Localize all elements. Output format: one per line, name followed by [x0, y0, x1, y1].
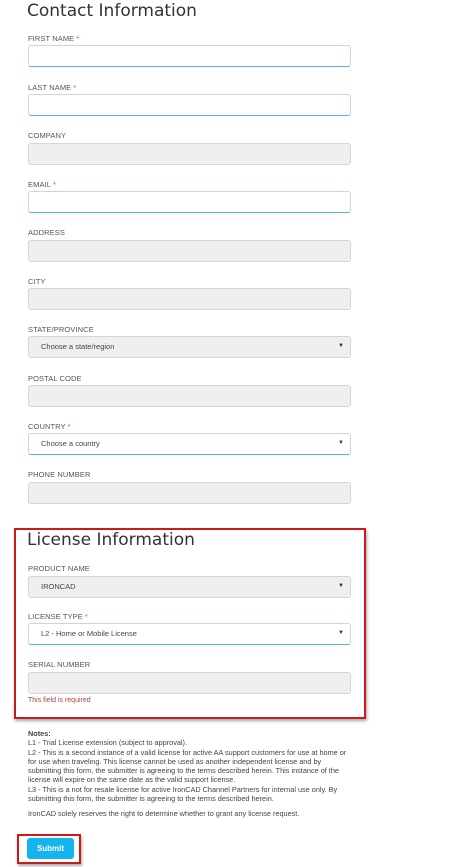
address-label: ADDRESS [28, 228, 65, 237]
city-field[interactable] [28, 288, 351, 310]
chevron-down-icon: ▼ [338, 630, 344, 636]
company-label: COMPANY [28, 131, 67, 140]
contact-section-title: Contact Information [27, 1, 197, 21]
product-name-label: PRODUCT NAME [28, 564, 90, 573]
state-selected-value: Choose a state/region [41, 342, 115, 351]
country-label: COUNTRY * [28, 422, 71, 431]
company-field[interactable] [28, 143, 351, 165]
submit-button[interactable]: Submit [27, 838, 74, 859]
first-name-field[interactable] [28, 45, 351, 67]
phone-field[interactable] [28, 482, 351, 504]
license-type-selected-value: L2 - Home or Mobile License [41, 629, 137, 638]
country-select[interactable]: Choose a country ▼ [28, 433, 351, 455]
chevron-down-icon: ▼ [338, 343, 344, 349]
notes-l1: L1 - Trial License extension (subject to… [28, 738, 187, 748]
license-type-label: LICENSE TYPE * [28, 612, 88, 621]
address-field[interactable] [28, 240, 351, 262]
notes-l2: L2 - This is a second instance of a vali… [28, 747, 347, 785]
postal-code-label: POSTAL CODE [28, 374, 82, 383]
country-selected-value: Choose a country [41, 439, 100, 448]
license-section-title: License Information [27, 530, 195, 550]
city-label: CITY [28, 277, 46, 286]
chevron-down-icon: ▼ [338, 583, 344, 589]
serial-number-error: This field is required [28, 697, 91, 704]
phone-label: PHONE NUMBER [28, 470, 91, 479]
product-selected-value: IRONCAD [41, 582, 76, 591]
first-name-label: FIRST NAME * [28, 34, 80, 43]
state-label: STATE/PROVINCE [28, 325, 94, 334]
postal-code-field[interactable] [28, 385, 351, 407]
license-type-select[interactable]: L2 - Home or Mobile License ▼ [28, 623, 351, 645]
state-select[interactable]: Choose a state/region ▼ [28, 336, 351, 358]
product-select[interactable]: IRONCAD ▼ [28, 576, 351, 598]
chevron-down-icon: ▼ [338, 440, 344, 446]
last-name-label: LAST NAME * [28, 83, 77, 92]
email-field[interactable] [28, 191, 351, 213]
notes-block: Notes: L1 - Trial License extension (sub… [28, 729, 353, 819]
email-label: EMAIL * [28, 180, 57, 189]
notes-footer: IronCAD solely reserves the right to det… [28, 809, 300, 819]
serial-number-label: SERIAL NUMBER [28, 660, 91, 669]
notes-l3: L3 - This is a not for resale license fo… [28, 784, 338, 804]
last-name-field[interactable] [28, 94, 351, 116]
serial-number-field[interactable] [28, 672, 351, 694]
notes-title: Notes: [28, 729, 51, 738]
